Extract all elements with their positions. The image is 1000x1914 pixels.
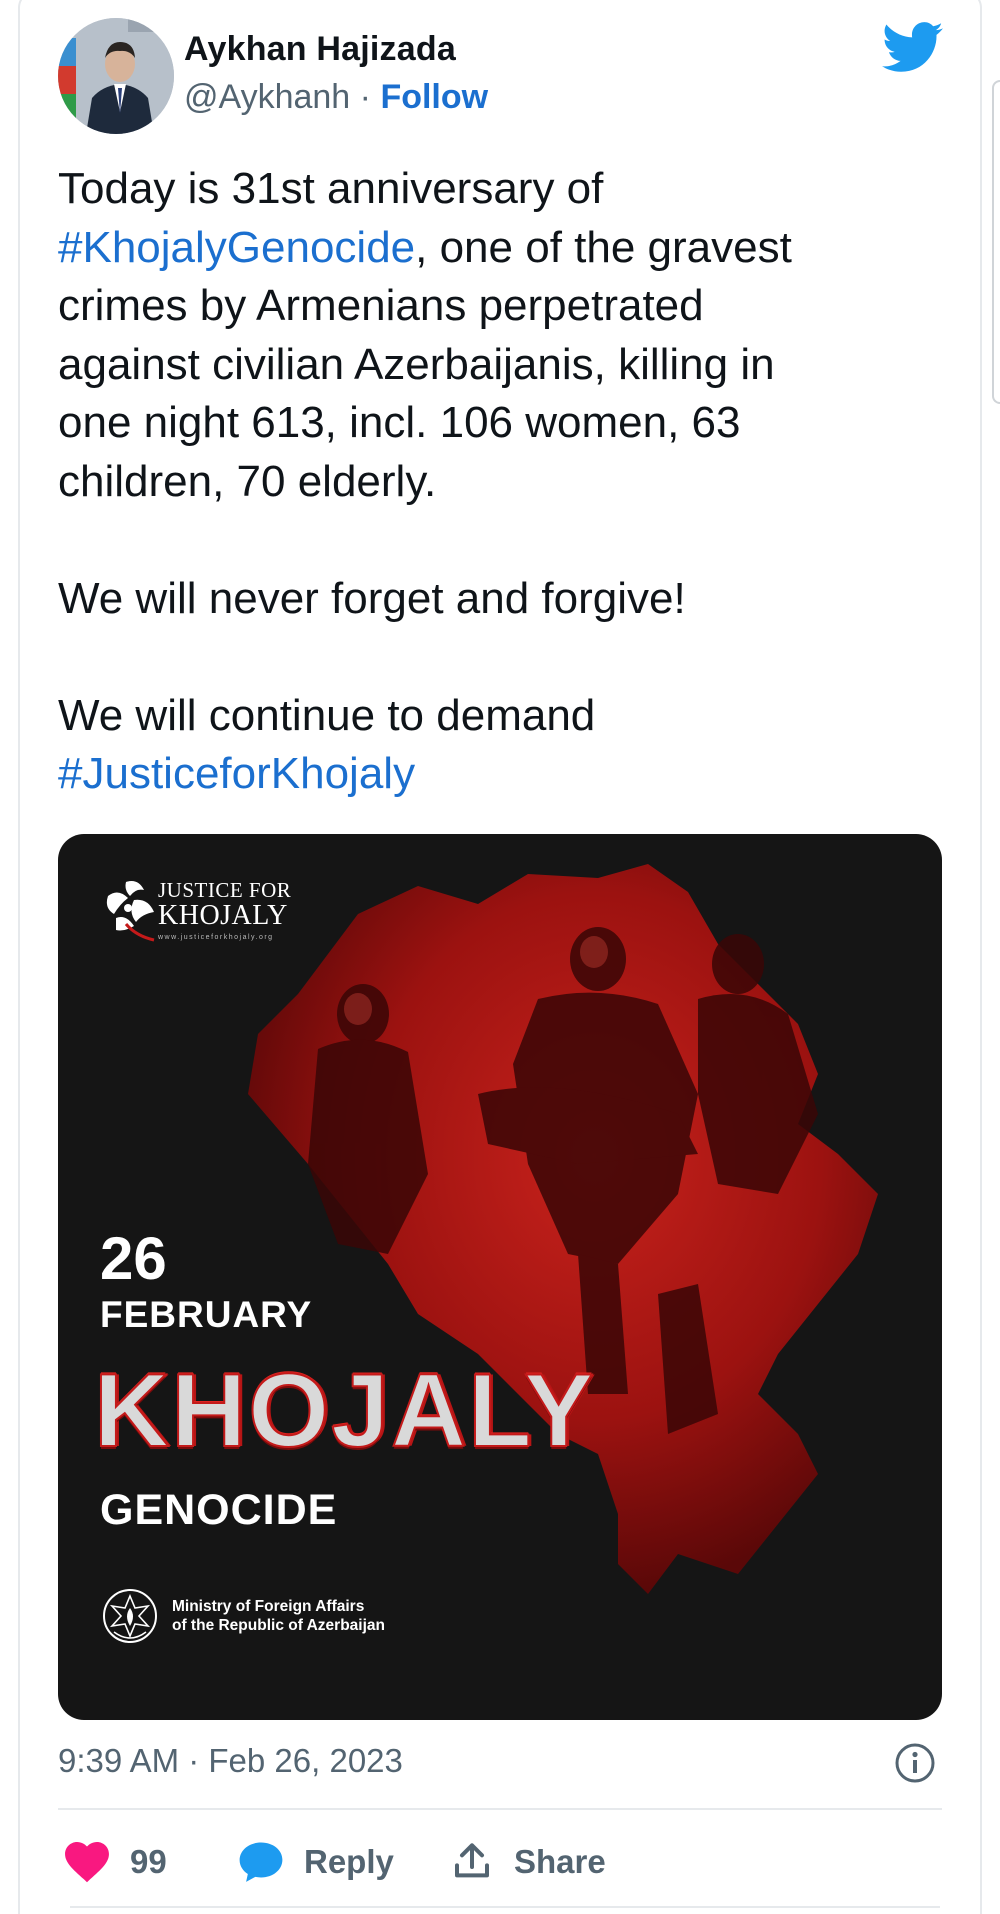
date-day: 26 (100, 1225, 167, 1292)
ministry-caption: Ministry of Foreign Affairs of the Repub… (172, 1597, 385, 1635)
tweet-paragraph: We will never forget and forgive! (58, 573, 686, 623)
side-scroll-tab[interactable] (992, 80, 1000, 404)
tweet-line: #JusticeforKhojaly (58, 745, 958, 804)
tweet-paragraph: We will continue to demand (58, 690, 596, 740)
divider (58, 1808, 942, 1810)
handle-separator: · (359, 78, 371, 116)
tweet-line: Today is 31st anniversary of (58, 160, 958, 219)
avatar[interactable] (58, 18, 174, 134)
author-name[interactable]: Aykhan Hajizada (184, 30, 456, 69)
red-map-artwork (248, 864, 878, 1594)
follow-button[interactable]: Follow (380, 78, 488, 116)
tweet-line: children, 70 elderly. (58, 456, 437, 506)
khojaly-title: KHOJALY (93, 1352, 596, 1470)
tweet-text: Today is 31st anniversary of #KhojalyGen… (58, 160, 958, 804)
reply-bubble-icon[interactable] (238, 1841, 284, 1883)
genocide-subtitle: GENOCIDE (100, 1486, 338, 1534)
author-handle-row: @Aykhanh · Follow (184, 78, 488, 117)
tweet-line: one night 613, incl. 106 women, 63 (58, 398, 741, 447)
tweet-text-segment: , one of the gravest (415, 222, 792, 272)
hashtag-justice-for-khojaly[interactable]: #JusticeforKhojaly (58, 749, 415, 798)
reply-label: Reply (304, 1843, 394, 1880)
logo-url: www.justiceforkhojaly.org (158, 934, 274, 941)
logo-text-line2: KHOJALY (158, 900, 288, 931)
tweet-media-image[interactable]: JUSTICE FOR KHOJALY www.justiceforkhojal… (58, 834, 942, 1720)
like-count: 99 (130, 1843, 167, 1880)
ministry-line2: of the Republic of Azerbaijan (172, 1617, 385, 1634)
bottom-divider (70, 1906, 940, 1908)
tweet-line: crimes by Armenians perpetrated (58, 281, 704, 330)
info-icon[interactable] (894, 1742, 936, 1784)
tweet-line: #KhojalyGenocide, one of the gravest (58, 219, 958, 278)
like-action[interactable]: 99 (64, 1836, 167, 1888)
tweet-actions: 99 Reply Share (58, 1836, 942, 1888)
author-handle[interactable]: @Aykhanh (184, 78, 350, 116)
twitter-bird-icon[interactable] (882, 22, 944, 74)
ministry-emblem-icon (103, 1589, 157, 1643)
date-month: FEBRUARY (100, 1294, 313, 1335)
tweet-embed-page: Aykhan Hajizada @Aykhanh · Follow Today … (0, 0, 1000, 1914)
share-label: Share (514, 1843, 606, 1880)
hashtag-khojaly-genocide[interactable]: #KhojalyGenocide (58, 223, 415, 272)
tweet-timestamp[interactable]: 9:39 AM · Feb 26, 2023 (58, 1742, 403, 1780)
share-action[interactable]: Share (452, 1836, 606, 1888)
tweet-line: against civilian Azerbaijanis, killing i… (58, 339, 775, 389)
ministry-line1: Ministry of Foreign Affairs (172, 1598, 365, 1615)
share-icon[interactable] (452, 1841, 492, 1883)
reply-action[interactable]: Reply (238, 1836, 394, 1888)
tweet-text-segment: Today is 31st anniversary of (58, 164, 604, 213)
heart-icon[interactable] (64, 1841, 110, 1883)
